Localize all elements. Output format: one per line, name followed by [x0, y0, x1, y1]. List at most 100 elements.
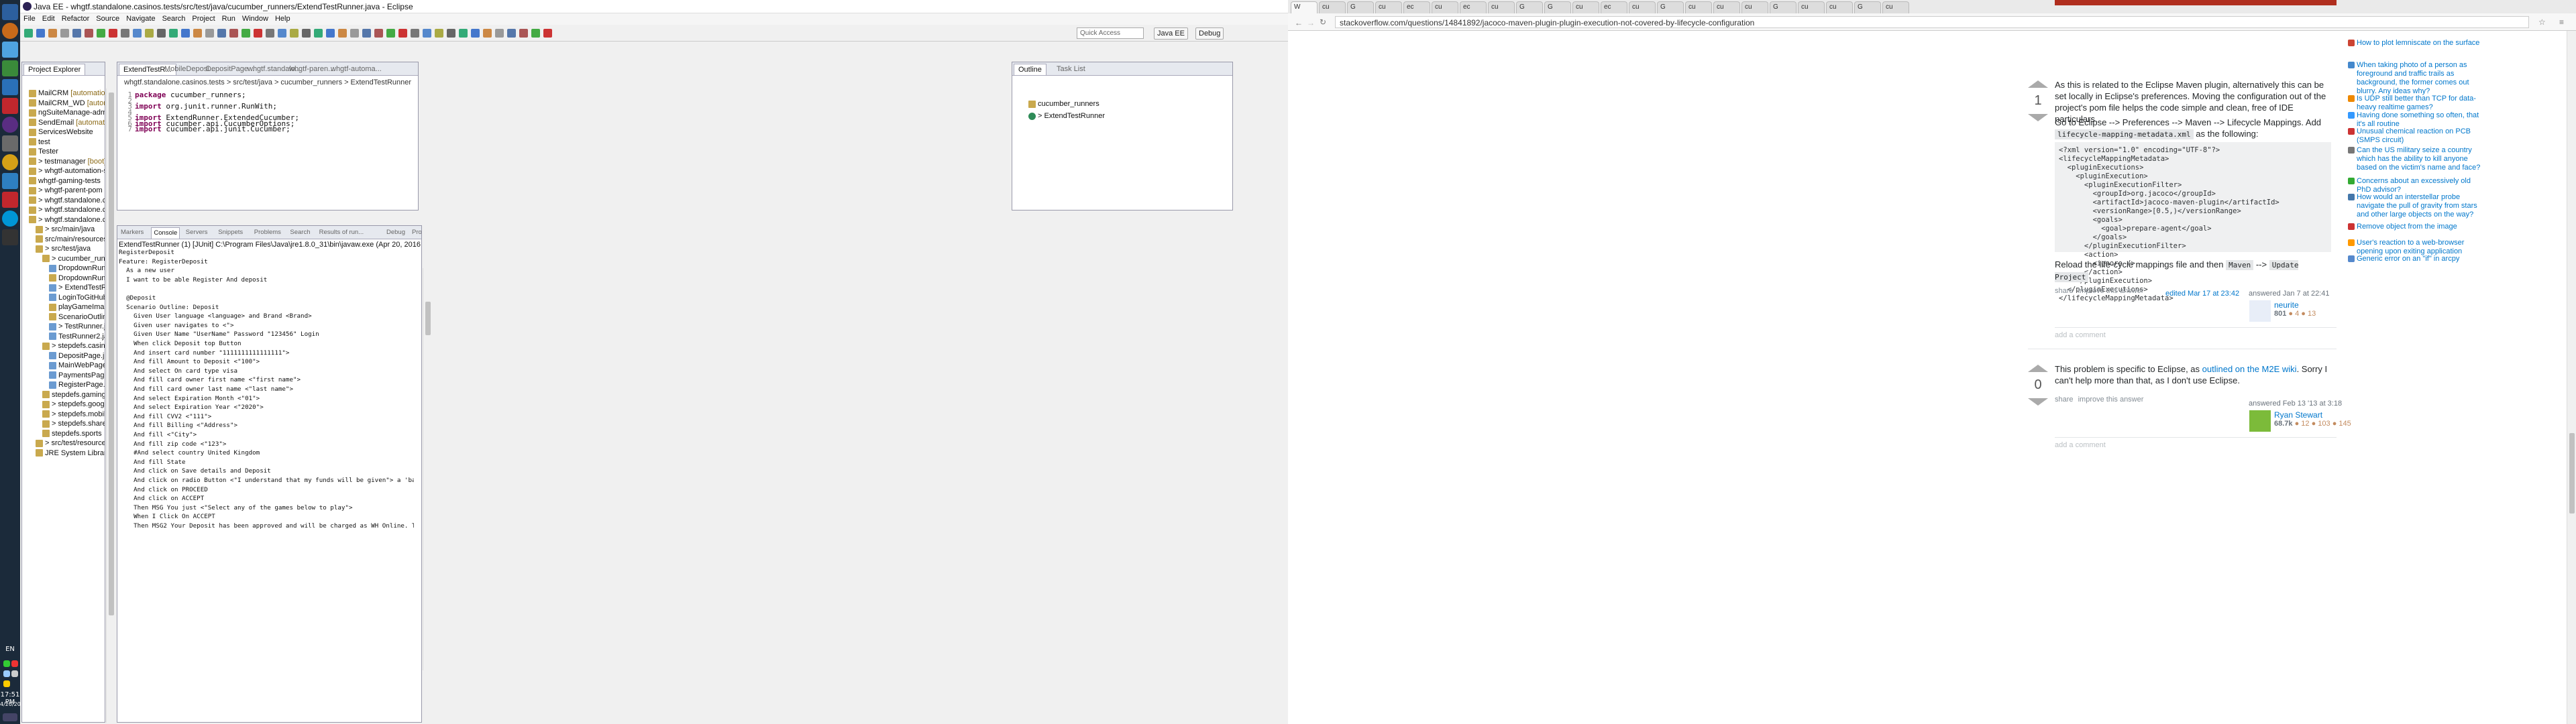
console-icon[interactable]	[2, 229, 18, 245]
tree-item[interactable]: TestRunner2.java	[49, 333, 105, 343]
breadcrumb-item[interactable]: ExtendTestRunner	[351, 78, 412, 86]
browser-tab[interactable]: cu	[1826, 1, 1853, 13]
reload-icon[interactable]: ↻	[1320, 17, 1326, 27]
breadcrumb-item[interactable]: >	[344, 78, 348, 86]
tree-item[interactable]: > whgtf-automation-stripping-langu	[29, 167, 105, 177]
tree-item[interactable]: > src/test/resources	[36, 439, 105, 449]
browser-tab[interactable]: cu	[1375, 1, 1402, 13]
tree-item[interactable]: > src/main/java	[36, 225, 95, 235]
console-view-tab[interactable]: Search	[288, 227, 312, 239]
browser-tab[interactable]: cu	[1488, 1, 1515, 13]
outline-item-class[interactable]: > ExtendTestRunner	[1028, 112, 1105, 122]
console-view-tab[interactable]: Markers	[119, 227, 146, 239]
project-explorer-scrollbar[interactable]	[106, 88, 115, 723]
browser-tab[interactable]: cu	[1432, 1, 1458, 13]
toolbar-button-icon[interactable]	[338, 29, 347, 38]
browser-tab[interactable]: cu	[1882, 1, 1909, 13]
outline-item-package[interactable]: cucumber_runners	[1028, 100, 1099, 110]
page-scrollbar[interactable]	[2567, 31, 2576, 724]
tree-item[interactable]: stepdefs.gaming	[42, 391, 105, 401]
browser-tab[interactable]: ec	[1601, 1, 1627, 13]
hot-question-link[interactable]: Concerns about an excessively old PhD ad…	[2348, 177, 2484, 194]
language-indicator[interactable]: EN	[0, 646, 20, 653]
toolbar-button-icon[interactable]	[350, 29, 359, 38]
toolbar-button-icon[interactable]	[326, 29, 335, 38]
breadcrumb-item[interactable]: src/test/java	[233, 78, 272, 86]
toolbar-button-icon[interactable]	[241, 29, 250, 38]
avatar[interactable]	[2249, 410, 2271, 432]
toolbar-button-icon[interactable]	[531, 29, 540, 38]
toolbar-button-icon[interactable]	[157, 29, 166, 38]
toolbar-button-icon[interactable]	[193, 29, 202, 38]
menu-icon[interactable]: ≡	[2559, 17, 2564, 27]
console-view-tab[interactable]: Problems	[252, 227, 283, 239]
toolbar-button-icon[interactable]	[266, 29, 274, 38]
outlook-icon[interactable]	[2, 79, 18, 95]
tree-item[interactable]: MailCRM [automation_tools/MailCR	[29, 89, 105, 99]
toolbar-button-icon[interactable]	[495, 29, 504, 38]
tray-icon[interactable]	[11, 660, 18, 667]
browser-tab[interactable]: cu	[1798, 1, 1825, 13]
toolbar-button-icon[interactable]	[217, 29, 226, 38]
hot-question-link[interactable]: Can the US military seize a country whic…	[2348, 146, 2484, 172]
toolbar-button-icon[interactable]	[543, 29, 552, 38]
perspective-java-ee[interactable]: Java EE	[1154, 27, 1188, 40]
editor-tab[interactable]: whgtf-automa...	[327, 64, 386, 75]
toolbar-button-icon[interactable]	[374, 29, 383, 38]
tree-item[interactable]: > ExtendTestRunner.java	[49, 284, 105, 294]
tab-outline[interactable]: Outline	[1014, 64, 1046, 75]
menu-search[interactable]: Search	[159, 13, 189, 24]
tree-item[interactable]: test	[29, 138, 50, 148]
browser-tab[interactable]: G	[1544, 1, 1571, 13]
breadcrumb-item[interactable]: cucumber_runners	[280, 78, 342, 86]
tree-item[interactable]: > testmanager [boot] [TestManage	[29, 158, 105, 168]
breadcrumb-item[interactable]: >	[274, 78, 278, 86]
toolbar-button-icon[interactable]	[435, 29, 443, 38]
browser-tab[interactable]: G	[1347, 1, 1374, 13]
url-input[interactable]: stackoverflow.com/questions/14841892/jac…	[1335, 16, 2529, 28]
menu-window[interactable]: Window	[239, 13, 272, 24]
tree-item[interactable]: whgtf-gaming-tests	[29, 177, 101, 187]
tree-item[interactable]: > stepdefs.casino.mobile.page	[42, 342, 105, 352]
clock-date[interactable]: 4/20/2016	[0, 701, 28, 707]
browser-tab[interactable]: cu	[1572, 1, 1599, 13]
toolbar-button-icon[interactable]	[507, 29, 516, 38]
browser-tab[interactable]: cu	[1741, 1, 1768, 13]
tree-item[interactable]: JRE System Library [JavaSE-1.8]	[36, 449, 105, 459]
console-scrollbar[interactable]	[423, 268, 432, 670]
toolbar-button-icon[interactable]	[471, 29, 480, 38]
tree-item[interactable]: ServicesWebsite	[29, 128, 93, 138]
avatar[interactable]	[2249, 300, 2271, 322]
video-icon[interactable]	[2, 98, 18, 114]
menu-source[interactable]: Source	[93, 13, 123, 24]
tree-item[interactable]: MainWebPage.java	[49, 361, 105, 371]
toolbar-button-icon[interactable]	[133, 29, 142, 38]
toolbar-button-icon[interactable]	[254, 29, 262, 38]
terminal-icon[interactable]	[2, 135, 18, 152]
tab-project-explorer[interactable]: Project Explorer	[23, 64, 86, 75]
tree-item[interactable]: ngSuiteManage-adminG	[29, 109, 105, 119]
hot-question-link[interactable]: Remove object from the image	[2348, 223, 2484, 231]
browser-tab[interactable]: G	[1854, 1, 1881, 13]
tree-item[interactable]: SendEmail [automation_tools/Sendl	[29, 119, 105, 129]
browser-tab[interactable]: ec	[1460, 1, 1487, 13]
toolbar-button-icon[interactable]	[483, 29, 492, 38]
toolbar-button-icon[interactable]	[229, 29, 238, 38]
hot-question-link[interactable]: Unusual chemical reaction on PCB (SMPS c…	[2348, 127, 2484, 145]
network-icon[interactable]	[3, 670, 10, 677]
toolbar-button-icon[interactable]	[24, 29, 33, 38]
battery-icon[interactable]	[3, 680, 10, 687]
menu-project[interactable]: Project	[189, 13, 218, 24]
menu-run[interactable]: Run	[219, 13, 239, 24]
downvote-icon[interactable]	[2028, 114, 2048, 121]
add-comment-link[interactable]: add a comment	[2055, 441, 2106, 449]
console-view-tab[interactable]: Snippets	[216, 227, 245, 239]
user-name[interactable]: Ryan Stewart	[2274, 410, 2322, 420]
perspective-debug[interactable]: Debug	[1195, 27, 1224, 40]
upvote-icon[interactable]	[2028, 365, 2048, 372]
add-comment-link[interactable]: add a comment	[2055, 331, 2106, 339]
star-icon[interactable]: ☆	[2538, 17, 2546, 27]
toolbar-button-icon[interactable]	[72, 29, 81, 38]
tree-item[interactable]: > whgtf.standalone.casinos.lib [Git	[29, 196, 105, 206]
m2e-wiki-link[interactable]: outlined on the M2E wiki	[2202, 364, 2297, 374]
